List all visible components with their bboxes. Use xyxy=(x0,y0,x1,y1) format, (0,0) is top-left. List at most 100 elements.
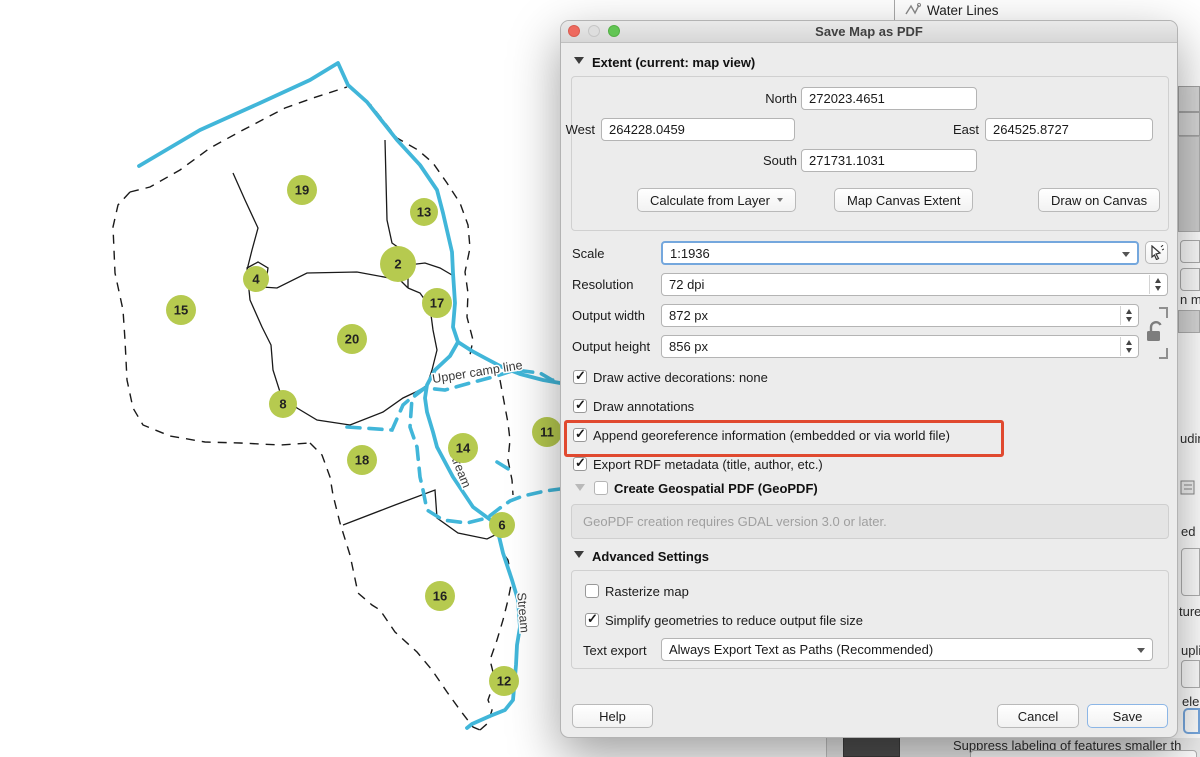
map-marker-number: 6 xyxy=(498,518,505,533)
bg-text-fragment: upli xyxy=(1181,643,1200,658)
advanced-header: Advanced Settings xyxy=(592,549,709,564)
screen: { "background": { "water_lines": "Water … xyxy=(0,0,1200,757)
west-input[interactable]: 264228.0459 xyxy=(601,118,795,141)
save-map-as-pdf-dialog: Save Map as PDF Extent (current: map vie… xyxy=(560,20,1178,738)
chevron-down-icon[interactable] xyxy=(1137,648,1145,653)
create-geopdf-checkbox[interactable] xyxy=(594,481,608,495)
output-height-value: 856 px xyxy=(669,339,708,354)
map-marker-number: 19 xyxy=(295,183,309,198)
panel-divider xyxy=(894,0,895,20)
save-button[interactable]: Save xyxy=(1087,704,1168,728)
map-marker-number: 8 xyxy=(279,397,286,412)
geopdf-note: GeoPDF creation requires GDAL version 3.… xyxy=(571,504,1169,539)
calculate-from-layer-button[interactable]: Calculate from Layer xyxy=(637,188,796,212)
spinner-buttons[interactable] xyxy=(1120,306,1137,325)
chevron-down-icon[interactable] xyxy=(1122,252,1130,257)
text-export-combobox[interactable]: Always Export Text as Paths (Recommended… xyxy=(661,638,1153,661)
map-canvas-extent-button[interactable]: Map Canvas Extent xyxy=(834,188,973,212)
north-label: North xyxy=(721,91,797,106)
bg-block xyxy=(1178,310,1200,333)
bg-field xyxy=(1180,268,1200,291)
text-export-value: Always Export Text as Paths (Recommended… xyxy=(669,642,933,657)
bg-text-fragment: n m xyxy=(1180,292,1200,307)
draw-on-canvas-label: Draw on Canvas xyxy=(1051,193,1147,208)
create-geopdf-label: Create Geospatial PDF (GeoPDF) xyxy=(614,481,818,496)
bg-field xyxy=(1180,240,1200,263)
draw-decorations-checkbox[interactable] xyxy=(573,370,587,384)
text-export-label: Text export xyxy=(583,643,647,658)
layer-item-water-lines[interactable]: Water Lines xyxy=(904,0,999,20)
spin-down-icon[interactable] xyxy=(1126,317,1132,322)
south-input[interactable]: 271731.1031 xyxy=(801,149,977,172)
resolution-value: 72 dpi xyxy=(669,277,704,292)
geopdf-note-text: GeoPDF creation requires GDAL version 3.… xyxy=(583,514,887,529)
west-label: West xyxy=(561,122,595,137)
spin-up-icon[interactable] xyxy=(1126,340,1132,345)
bg-icon xyxy=(1180,480,1196,496)
draw-annotations-label: Draw annotations xyxy=(593,399,694,414)
output-height-spinbox[interactable]: 856 px xyxy=(661,335,1139,358)
map-canvas-extent-label: Map Canvas Extent xyxy=(847,193,960,208)
spin-down-icon[interactable] xyxy=(1126,348,1132,353)
east-value: 264525.8727 xyxy=(993,122,1069,137)
draw-decorations-label: Draw active decorations: none xyxy=(593,370,768,385)
map-marker-number: 2 xyxy=(394,257,401,272)
cancel-button[interactable]: Cancel xyxy=(997,704,1079,728)
help-button[interactable]: Help xyxy=(572,704,653,728)
bg-color-swatch[interactable] xyxy=(843,737,900,757)
save-label: Save xyxy=(1113,709,1143,724)
simplify-geometries-label: Simplify geometries to reduce output fil… xyxy=(605,613,863,628)
map-marker-number: 15 xyxy=(174,303,188,318)
bg-text-fragment: ele xyxy=(1182,694,1199,709)
export-rdf-checkbox[interactable] xyxy=(573,457,587,471)
output-width-label: Output width xyxy=(572,308,645,323)
spin-down-icon[interactable] xyxy=(1155,286,1161,291)
set-scale-from-canvas-button[interactable] xyxy=(1145,241,1168,264)
export-rdf-label: Export RDF metadata (title, author, etc.… xyxy=(593,457,823,472)
collapse-arrow-icon[interactable] xyxy=(574,57,584,64)
west-value: 264228.0459 xyxy=(609,122,685,137)
map-marker-number: 13 xyxy=(417,205,431,220)
help-label: Help xyxy=(599,709,626,724)
scale-label: Scale xyxy=(572,246,605,261)
map-marker-number: 12 xyxy=(497,674,511,689)
north-value: 272023.4651 xyxy=(809,91,885,106)
east-input[interactable]: 264525.8727 xyxy=(985,118,1153,141)
spinner-buttons[interactable] xyxy=(1120,337,1137,356)
titlebar[interactable]: Save Map as PDF xyxy=(561,21,1177,43)
bg-cell xyxy=(1178,86,1200,112)
bg-text-fragment: udin xyxy=(1180,431,1200,446)
output-width-spinbox[interactable]: 872 px xyxy=(661,304,1139,327)
rasterize-map-checkbox[interactable] xyxy=(585,584,599,598)
rasterize-map-label: Rasterize map xyxy=(605,584,689,599)
map-marker-number: 11 xyxy=(540,425,554,440)
advanced-collapse-arrow-icon[interactable] xyxy=(574,551,584,558)
simplify-geometries-checkbox[interactable] xyxy=(585,613,599,627)
bg-field xyxy=(1181,660,1200,688)
output-width-value: 872 px xyxy=(669,308,708,323)
cursor-icon xyxy=(1149,245,1164,260)
scale-combobox[interactable]: 1:1936 xyxy=(661,241,1139,265)
map-markers: 191324151720818141161612 xyxy=(166,175,562,696)
map-marker-number: 20 xyxy=(345,332,359,347)
north-input[interactable]: 272023.4651 xyxy=(801,87,977,110)
east-label: East xyxy=(947,122,979,137)
map-marker-number: 16 xyxy=(433,589,447,604)
geopdf-collapse-arrow-icon[interactable] xyxy=(575,484,585,491)
draw-on-canvas-button[interactable]: Draw on Canvas xyxy=(1038,188,1160,212)
layer-label: Water Lines xyxy=(927,3,999,18)
scale-value: 1:1936 xyxy=(670,246,710,261)
map-feature-label: Stream xyxy=(514,592,531,633)
map-marker-number: 17 xyxy=(430,296,444,311)
resolution-spinbox[interactable]: 72 dpi xyxy=(661,273,1168,296)
link-size-lock-icon[interactable] xyxy=(1145,304,1171,362)
bg-field xyxy=(1181,548,1200,596)
bg-input[interactable] xyxy=(970,750,1197,757)
spinner-buttons[interactable] xyxy=(1149,275,1166,294)
spin-up-icon[interactable] xyxy=(1155,278,1161,283)
output-height-label: Output height xyxy=(572,339,650,354)
append-georeference-checkbox[interactable] xyxy=(573,428,587,442)
draw-annotations-checkbox[interactable] xyxy=(573,399,587,413)
bg-text-fragment: ture xyxy=(1179,604,1200,619)
spin-up-icon[interactable] xyxy=(1126,309,1132,314)
